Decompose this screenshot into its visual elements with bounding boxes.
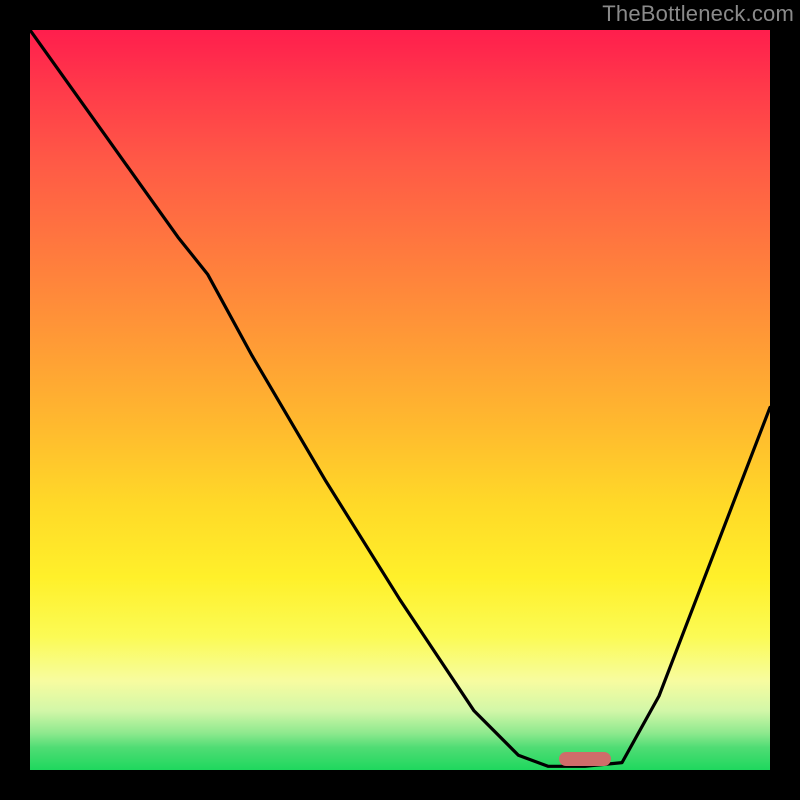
plot-area: [30, 30, 770, 770]
optimal-range-marker: [559, 752, 611, 766]
chart-frame: TheBottleneck.com: [0, 0, 800, 800]
watermark-text: TheBottleneck.com: [602, 0, 794, 30]
bottleneck-curve: [30, 30, 770, 770]
